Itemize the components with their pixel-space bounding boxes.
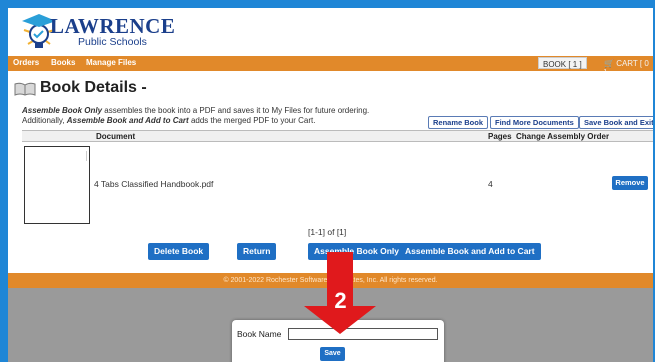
document-name: 4 Tabs Classified Handbook.pdf (94, 179, 214, 189)
col-pages: Pages (488, 132, 512, 141)
col-assembly-order: Change Assembly Order (516, 132, 610, 141)
page-description: Assemble Book Only assembles the book in… (22, 106, 432, 126)
desc-text-2: Additionally, (22, 116, 67, 125)
return-button[interactable]: Return (237, 243, 277, 260)
nav-books[interactable]: Books (51, 58, 75, 67)
app-window: LAWRENCE Public Schools Orders Books Man… (8, 8, 653, 362)
book-badge[interactable]: BOOK [ 1 ] (538, 57, 587, 69)
document-pages: 4 (488, 179, 493, 189)
desc-term-assemble-cart: Assemble Book and Add to Cart (66, 116, 189, 125)
cart-badge[interactable]: 🛒 CART [ 0 ] (600, 57, 653, 77)
col-document: Document (96, 132, 136, 141)
step-number: 2 (334, 288, 347, 313)
desc-term-assemble-only: Assemble Book Only (22, 106, 103, 115)
logo-subtitle: Public Schools (78, 36, 147, 48)
main-nav: Orders Books Manage Files BOOK [ 1 ] 🛒 C… (8, 56, 653, 77)
book-name-label: Book Name (237, 329, 282, 339)
page-title: Book Details - (40, 79, 147, 96)
rename-book-button[interactable]: Rename Book (428, 116, 489, 129)
nav-orders[interactable]: Orders (13, 58, 39, 67)
document-thumbnail[interactable] (24, 146, 90, 224)
desc-text-3: adds the merged PDF to your Cart. (188, 116, 316, 125)
delete-book-button[interactable]: Delete Book (148, 243, 210, 260)
desc-text-1: assembles the book into a PDF and saves … (102, 106, 370, 115)
pager-status: [1-1] of [1] (308, 227, 347, 237)
documents-table-header: Document Pages Change Assembly Order (22, 130, 653, 142)
remove-document-button[interactable]: Remove (612, 176, 648, 190)
header: LAWRENCE Public Schools (8, 8, 653, 56)
cart-icon: 🛒 (604, 59, 617, 68)
save-book-exit-button[interactable]: Save Book and Exit (579, 116, 653, 129)
main-content: Book Details - Assemble Book Only assemb… (8, 71, 653, 273)
thumbnail-tab-marks (84, 151, 87, 161)
save-button[interactable]: Save (320, 347, 345, 361)
nav-manage-files[interactable]: Manage Files (86, 58, 136, 67)
find-more-documents-button[interactable]: Find More Documents (490, 116, 579, 129)
book-icon (14, 82, 36, 96)
assemble-add-to-cart-button[interactable]: Assemble Book and Add to Cart (399, 243, 541, 260)
